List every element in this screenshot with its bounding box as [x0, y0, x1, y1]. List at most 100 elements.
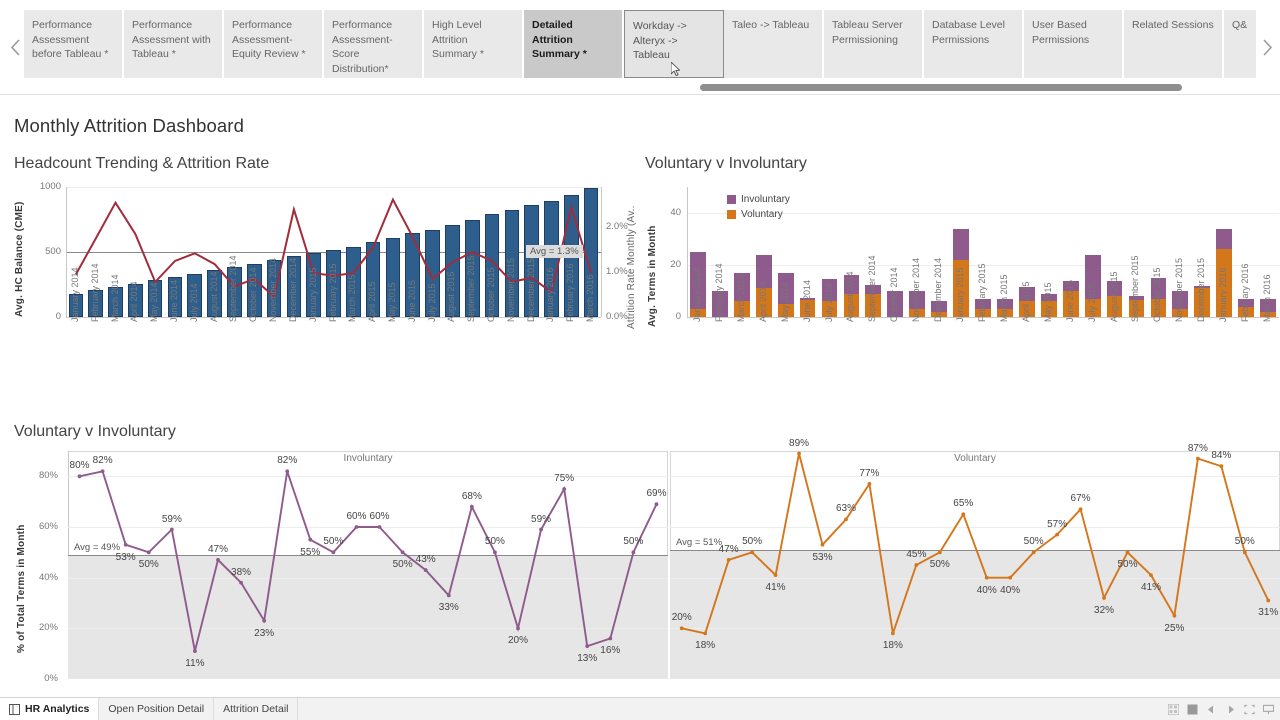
stacked-xtick: February 2016: [1240, 263, 1250, 322]
worksheet-tab-0[interactable]: Performance Assessment before Tableau *: [24, 10, 124, 78]
stacked-xtick: July 2015: [1087, 283, 1097, 322]
stacked-bar-involuntary[interactable]: [1216, 229, 1232, 250]
data-label: 75%: [554, 473, 574, 484]
data-label: 50%: [742, 536, 762, 547]
worksheet-tab-3[interactable]: Performance Assessment-Score Distributio…: [324, 10, 424, 78]
data-label: 25%: [1164, 623, 1184, 634]
split-ytick: 80%: [20, 470, 58, 481]
stacked-xtick: October 2014: [889, 267, 899, 322]
data-label: 41%: [766, 582, 786, 593]
worksheet-tab-10[interactable]: User Based Permissions: [1024, 10, 1124, 78]
worksheet-tab-label: Detailed Attrition Summary *: [532, 19, 587, 60]
data-label: 55%: [300, 547, 320, 558]
previous-sheet-icon[interactable]: [1206, 704, 1217, 715]
headcount-xtick: February 2014: [90, 263, 100, 322]
worksheet-tab-label: Tableau Server Permissioning: [832, 19, 903, 46]
sheet-tab-2[interactable]: Attrition Detail: [214, 698, 298, 720]
data-label: 67%: [1071, 493, 1091, 504]
fit-view-icon[interactable]: [1187, 704, 1198, 715]
line-series-voluntary[interactable]: [670, 451, 1280, 679]
worksheet-tab-label: Performance Assessment with Tableau *: [132, 19, 211, 60]
stacked-xtick: June 2014: [802, 280, 812, 322]
worksheet-tab-7[interactable]: Taleo -> Tableau: [724, 10, 824, 78]
headcount-xtick: January 2015: [308, 267, 318, 322]
data-label: 47%: [719, 544, 739, 555]
worksheet-tab-12[interactable]: Q&: [1224, 10, 1256, 78]
data-label: 32%: [1094, 605, 1114, 616]
stacked-xtick: November 2014: [911, 258, 921, 322]
next-sheet-icon[interactable]: [1225, 704, 1236, 715]
grid-view-icon[interactable]: [1168, 704, 1179, 715]
headcount-ytick: 1000: [28, 181, 61, 192]
headcount-xtick: June 2015: [407, 280, 417, 322]
worksheet-tab-4[interactable]: High Level Attrition Summary *: [424, 10, 524, 78]
presentation-mode-icon[interactable]: [1263, 704, 1274, 715]
fullscreen-icon[interactable]: [1244, 704, 1255, 715]
voluntary-panel[interactable]: Avg = 51%20%18%47%50%41%89%53%63%77%18%4…: [670, 451, 1280, 679]
y-axis-line: [66, 187, 67, 317]
worksheet-tab-6[interactable]: Workday -> Alteryx -> Tableau: [624, 10, 724, 78]
headcount-secondary-ytick: 0.0%: [606, 311, 628, 322]
split-ytick: 60%: [20, 521, 58, 532]
worksheet-tab-label: Taleo -> Tableau: [732, 19, 809, 31]
data-label: 82%: [93, 455, 113, 466]
stacked-ytick: 20: [651, 259, 681, 270]
tableau-desktop-window: Performance Assessment before Tableau *P…: [0, 0, 1280, 720]
data-label: 53%: [812, 552, 832, 563]
data-label: 68%: [462, 491, 482, 502]
worksheet-tab-label: User Based Permissions: [1032, 19, 1089, 46]
data-label: 18%: [883, 640, 903, 651]
headcount-y-axis-label: Avg. HC Balance (CME): [14, 197, 25, 317]
legend-label-voluntary[interactable]: Voluntary: [741, 209, 783, 220]
stacked-xtick: January 2015: [955, 267, 965, 322]
stacked-xtick: March 2015: [999, 274, 1009, 322]
chart-stacked-title: Voluntary v Involuntary: [645, 155, 807, 173]
headcount-xtick: February 2015: [328, 263, 338, 322]
headcount-xtick: January 2016: [545, 267, 555, 322]
stacked-xtick: February 2014: [714, 263, 724, 322]
stacked-xtick: August 2015: [1109, 271, 1119, 322]
worksheet-tab-9[interactable]: Database Level Permissions: [924, 10, 1024, 78]
stacked-xtick: March 2014: [736, 274, 746, 322]
stacked-xtick: September 2014: [867, 255, 877, 322]
dashboard-icon: [9, 704, 20, 715]
stacked-xtick: November 2015: [1174, 258, 1184, 322]
scroll-tabs-right-button[interactable]: [1256, 30, 1278, 64]
worksheet-tab-1[interactable]: Performance Assessment with Tableau *: [124, 10, 224, 78]
stacked-bar-involuntary[interactable]: [953, 229, 969, 260]
worksheet-tab-8[interactable]: Tableau Server Permissioning: [824, 10, 924, 78]
legend-swatch-voluntary: [727, 210, 736, 219]
sheet-tab-0[interactable]: HR Analytics: [0, 698, 99, 720]
headcount-secondary-y-axis-label: Attrition Rate Monthly (Av..: [626, 189, 637, 329]
headcount-xtick: May 2015: [387, 282, 397, 322]
worksheet-tab-2[interactable]: Performance Assessment-Equity Review *: [224, 10, 324, 78]
split-ytick: 20%: [20, 622, 58, 633]
data-label: 20%: [508, 635, 528, 646]
stacked-xtick: July 2014: [824, 283, 834, 322]
worksheet-tab-11[interactable]: Related Sessions: [1124, 10, 1224, 78]
worksheet-tab-label: Q&: [1232, 19, 1247, 31]
data-label: 84%: [1211, 450, 1231, 461]
sheet-tab-1[interactable]: Open Position Detail: [99, 698, 214, 720]
scroll-tabs-left-button[interactable]: [4, 30, 26, 64]
headcount-ytick: 0: [28, 311, 61, 322]
chart-voluntary-involuntary-stacked: Voluntary v Involuntary Avg. Terms in Mo…: [645, 155, 1280, 420]
headcount-xtick: October 2015: [486, 267, 496, 322]
stacked-xtick: February 2015: [977, 263, 987, 322]
stacked-xtick: April 2014: [758, 281, 768, 322]
headcount-xtick: July 2015: [427, 283, 437, 322]
worksheet-tab-5[interactable]: Detailed Attrition Summary *: [524, 10, 624, 78]
headcount-xtick: February 2016: [565, 263, 575, 322]
split-ytick: 40%: [20, 572, 58, 583]
dashboard-canvas: Monthly Attrition Dashboard Headcount Tr…: [0, 95, 1280, 697]
worksheet-tab-label: Related Sessions: [1132, 19, 1214, 31]
legend-label-involuntary[interactable]: Involuntary: [741, 194, 790, 205]
tab-strip-horizontal-scrollbar[interactable]: [700, 84, 1182, 91]
data-label: 50%: [139, 559, 159, 570]
involuntary-panel[interactable]: Avg = 49%80%82%53%50%59%11%47%38%23%82%5…: [68, 451, 668, 679]
data-label: 60%: [370, 511, 390, 522]
data-label: 20%: [672, 612, 692, 623]
split-ytick: 0%: [20, 673, 58, 684]
headcount-secondary-ytick: 1.0%: [606, 266, 628, 277]
sheet-tab-label: HR Analytics: [25, 703, 89, 715]
